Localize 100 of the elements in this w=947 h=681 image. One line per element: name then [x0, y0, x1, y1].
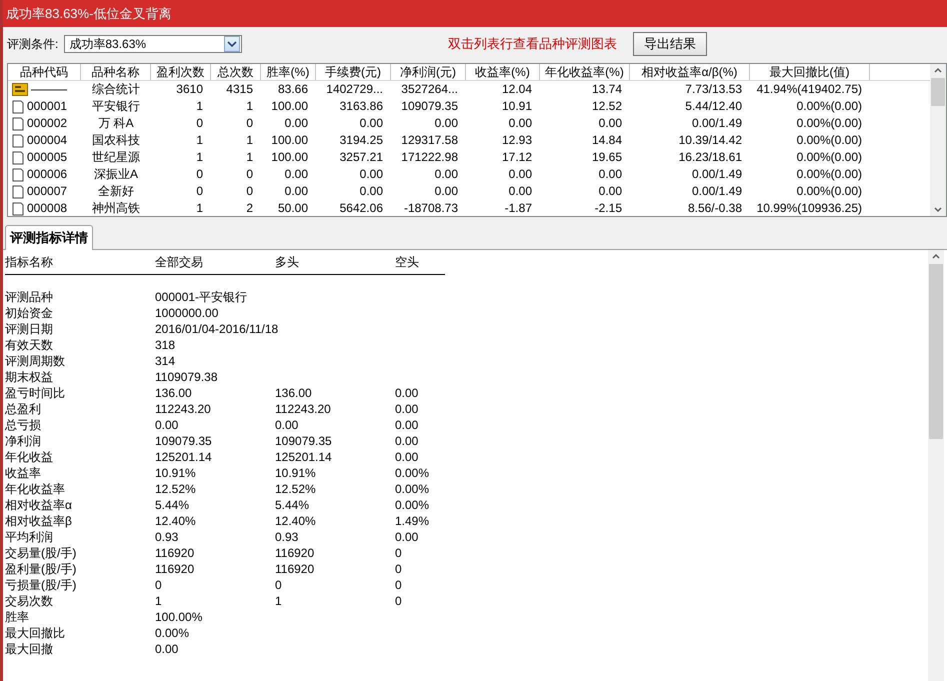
scrollbar[interactable] — [928, 250, 944, 681]
table-cell: 12.04 — [502, 82, 532, 96]
metric-value: 0.00 — [275, 417, 300, 433]
table-cell: ——— — [31, 81, 67, 98]
column-header: 全部交易 — [155, 254, 204, 271]
metric-name: 交易量(股/手) — [5, 545, 78, 561]
table-cell: 1 — [246, 133, 253, 147]
metric-value: 116920 — [155, 561, 196, 577]
table-cell: 0.00%(0.00) — [796, 99, 862, 113]
table-cell: 8.56/-0.38 — [688, 201, 742, 215]
table-cell: -18708.73 — [404, 201, 458, 215]
table-cell: 16.23/18.61 — [678, 150, 742, 164]
table-cell: 0.00/1.49 — [692, 167, 742, 181]
metric-value: 318 — [155, 337, 176, 353]
details-tab[interactable]: 评测指标详情 — [5, 225, 93, 250]
column-header[interactable]: 盈利次数 — [151, 64, 211, 80]
table-cell: 100.00 — [271, 150, 308, 164]
scroll-thumb[interactable] — [931, 78, 945, 106]
column-header[interactable]: 总次数 — [211, 64, 261, 80]
table-cell: 0.00%(0.00) — [796, 150, 862, 164]
table-cell: 19.65 — [592, 150, 622, 164]
table-cell: 10.99%(109936.25) — [756, 201, 862, 215]
table-cell: 14.84 — [592, 133, 622, 147]
metric-name: 年化收益率 — [5, 481, 66, 497]
table-cell: 41.94%(419402.75) — [756, 82, 862, 96]
table-cell: 100.00 — [271, 133, 308, 147]
metric-value: 0.00 — [395, 417, 420, 433]
metric-value: 0.00% — [155, 625, 190, 641]
filter-dropdown[interactable]: 成功率83.63% — [64, 35, 242, 53]
metric-value: 0.00 — [395, 385, 420, 401]
table-cell: 1 — [196, 150, 203, 164]
table-cell: 0 — [196, 167, 203, 181]
column-header[interactable]: 品种代码 — [8, 64, 81, 80]
table-cell: 0.00 — [598, 116, 622, 130]
metric-value: 112243.20 — [275, 401, 332, 417]
column-header[interactable]: 相对收益率α/β(%) — [630, 64, 750, 80]
metric-value: 136.00 — [155, 385, 193, 401]
metric-value: 0 — [275, 577, 283, 593]
export-button[interactable]: 导出结果 — [633, 32, 707, 56]
column-header[interactable]: 年化收益率(%) — [540, 64, 630, 80]
table-cell: 12.93 — [502, 133, 532, 147]
metric-value: 0.00% — [395, 497, 430, 513]
metric-value: 116920 — [155, 545, 196, 561]
scrollbar[interactable] — [930, 64, 946, 216]
metric-value: 10.91% — [275, 465, 317, 481]
document-icon — [12, 134, 24, 148]
table-cell: 3527264... — [401, 82, 458, 96]
metric-name: 相对收益率α — [5, 497, 73, 513]
table-cell: 1 — [196, 201, 203, 215]
table-cell: -2.15 — [594, 201, 622, 215]
column-header[interactable]: 收益率(%) — [466, 64, 540, 80]
metric-value: 112243.20 — [155, 401, 212, 417]
table-cell: 0.00 — [284, 116, 308, 130]
metric-value: 0.00% — [395, 481, 430, 497]
column-header[interactable]: 胜率(%) — [261, 64, 316, 80]
column-header[interactable]: 手续费(元) — [316, 64, 391, 80]
metric-value: 314 — [155, 353, 176, 369]
table-cell: 5642.06 — [340, 201, 383, 215]
document-icon — [12, 150, 24, 164]
metric-value: 1 — [155, 593, 163, 609]
column-header[interactable]: 品种名称 — [81, 64, 151, 80]
metric-name: 最大回撤 — [5, 641, 54, 657]
table-cell: 0.00 — [360, 167, 383, 181]
metric-value: 1109079.38 — [155, 369, 219, 385]
table-cell: 全新好 — [98, 184, 134, 198]
metric-name: 总亏损 — [5, 417, 42, 433]
metric-value: 0.00 — [395, 433, 420, 449]
table-cell: 2 — [246, 201, 253, 215]
metric-value: 12.40% — [275, 513, 317, 529]
table-cell: 17.12 — [502, 150, 532, 164]
table-cell: 171222.98 — [401, 150, 458, 164]
metric-name: 交易次数 — [5, 593, 54, 609]
table-cell: 0.00/1.49 — [692, 184, 742, 198]
metric-name: 相对收益率β — [5, 513, 73, 529]
metric-value: 116920 — [275, 545, 316, 561]
metric-value: 125201.14 — [275, 449, 333, 465]
column-header: 多头 — [275, 254, 300, 271]
table-cell: 10.39/14.42 — [678, 133, 742, 147]
metric-name: 期末权益 — [5, 369, 54, 385]
dropdown-icon[interactable] — [224, 36, 240, 52]
metric-name: 评测周期数 — [5, 353, 66, 369]
metric-value: 12.40% — [155, 513, 197, 529]
table-cell: 世纪星源 — [92, 150, 140, 164]
metric-value: 125201.14 — [155, 449, 213, 465]
table-cell: 综合统计 — [92, 82, 140, 96]
table-cell: 000005 — [27, 149, 68, 166]
metric-value: 0 — [155, 577, 163, 593]
table-cell: 0.00%(0.00) — [796, 167, 862, 181]
metric-value: 0 — [395, 593, 403, 609]
column-header[interactable]: 最大回撤比(值) — [750, 64, 870, 80]
table-cell: 0.00 — [508, 184, 532, 198]
table-cell: 10.91 — [502, 99, 532, 113]
metric-value: 12.52% — [275, 481, 317, 497]
metric-value: 12.52% — [155, 481, 197, 497]
table-cell: 0.00 — [598, 184, 622, 198]
metric-name: 年化收益 — [5, 449, 54, 465]
document-icon — [12, 116, 24, 130]
column-header[interactable]: 净利润(元) — [391, 64, 466, 80]
scroll-thumb[interactable] — [929, 264, 943, 439]
table-cell: 平安银行 — [92, 99, 140, 113]
